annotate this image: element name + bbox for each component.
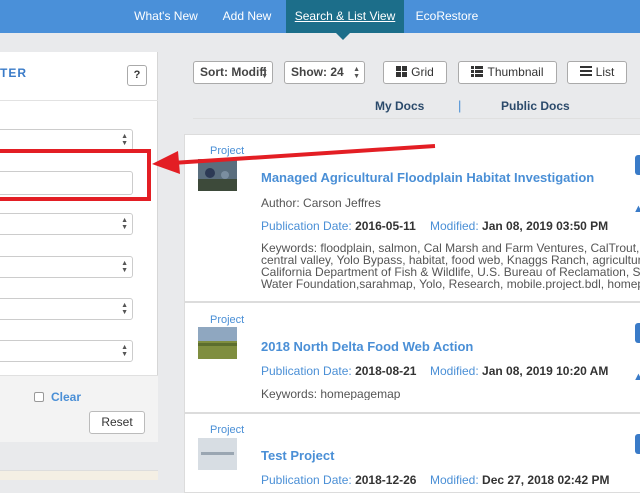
annotation-arrow-icon: [152, 144, 436, 174]
user-icon[interactable]: ▲: [633, 203, 640, 215]
list-icon: [579, 63, 592, 84]
result-publication-date: Publication Date: 2016-05-11: [261, 219, 416, 233]
result-modified: Modified: Dec 27, 2018 02:42 PM: [430, 473, 609, 487]
result-kind: Project: [210, 424, 245, 436]
filter-select-2[interactable]: ▲ ▼: [0, 213, 133, 235]
publication-date-label: Publication Date:: [261, 219, 352, 233]
result-publication-date: Publication Date: 2018-12-26: [261, 473, 416, 487]
modified-label: Modified:: [430, 473, 479, 487]
publication-date-label: Publication Date:: [261, 364, 352, 378]
doc-tabs-separator: |: [458, 98, 462, 113]
select-arrows-icon: ▲ ▼: [121, 302, 128, 316]
result-action-button[interactable]: [635, 323, 640, 343]
clear-checkbox[interactable]: [34, 392, 44, 402]
select-arrows-icon: ▲ ▼: [121, 260, 128, 274]
tab-ecorestore[interactable]: EcoRestore: [410, 0, 484, 33]
result-modified: Modified: Jan 08, 2019 10:20 AM: [430, 364, 608, 378]
keywords-line: Keywords: homepagemap: [261, 388, 401, 400]
grid-view-label: Grid: [411, 65, 434, 79]
publication-date-value: 2016-05-11: [355, 219, 416, 233]
result-publication-date: Publication Date: 2018-08-21: [261, 364, 416, 378]
publication-date-label: Publication Date:: [261, 473, 352, 487]
results-area: Sort: Modifi ▲ ▼ Show: 24 ▲ ▼ Grid Thumbna…: [183, 52, 640, 493]
doc-tabs-divider: [193, 118, 640, 119]
annotation-highlight-box: [0, 149, 151, 201]
modified-value: Jan 08, 2019 03:50 PM: [482, 219, 609, 233]
modified-label: Modified:: [430, 364, 479, 378]
show-select-label: Show: 24: [291, 65, 344, 79]
result-card: Project 2018 North Delta Food Web Action…: [184, 302, 640, 413]
panel-divider: [0, 100, 158, 101]
thumbnail-view-label: Thumbnail: [487, 65, 544, 79]
list-view-button[interactable]: List: [567, 61, 627, 84]
modified-value: Jan 08, 2019 10:20 AM: [482, 364, 609, 378]
result-modified: Modified: Jan 08, 2019 03:50 PM: [430, 219, 608, 233]
user-icon[interactable]: ▲: [633, 371, 640, 383]
result-action-button[interactable]: [635, 434, 640, 454]
keywords-line: Water Foundation,sarahmap, Yolo, Researc…: [261, 277, 640, 290]
grid-view-button[interactable]: Grid: [383, 61, 447, 84]
result-author: Author: Carson Jeffres: [261, 196, 381, 210]
help-button[interactable]: ?: [127, 65, 147, 86]
select-arrows-icon: ▲ ▼: [121, 344, 128, 358]
filter-select-1[interactable]: ▲ ▼: [0, 129, 133, 151]
grid-icon: [396, 63, 408, 84]
result-action-button[interactable]: [635, 155, 640, 175]
thumbnail-view-button[interactable]: Thumbnail: [458, 61, 557, 84]
publication-date-value: 2018-08-21: [355, 364, 417, 378]
result-keywords: Keywords: homepagemap: [261, 388, 640, 400]
filter-select-5[interactable]: ▲ ▼: [0, 340, 133, 362]
select-arrows-icon: ▲ ▼: [121, 217, 128, 231]
top-navigation: What's New Add New Search & List View Ec…: [0, 0, 640, 40]
filter-actions: Clear Reset: [0, 375, 158, 442]
list-view-label: List: [595, 65, 615, 79]
filter-panel: TER ? ▲ ▼ ▲ ▼ ▲ ▼ ▲ ▼ ▲ ▼ Clear Reset: [0, 52, 158, 442]
filter-select-4[interactable]: ▲ ▼: [0, 298, 133, 320]
result-keywords: Keywords: floodplain, salmon, Cal Marsh …: [261, 242, 640, 290]
select-arrows-icon: ▲ ▼: [353, 66, 360, 80]
modified-value: Dec 27, 2018 02:42 PM: [482, 473, 610, 487]
select-arrows-icon: ▲ ▼: [121, 133, 128, 147]
show-select[interactable]: Show: 24 ▲ ▼: [284, 61, 365, 84]
select-arrows-icon: ▲ ▼: [261, 66, 268, 80]
filter-panel-title: TER: [0, 66, 27, 80]
tab-add-new[interactable]: Add New: [214, 0, 280, 33]
result-thumbnail[interactable]: [198, 438, 237, 470]
active-tab-caret: [336, 33, 350, 40]
tab-my-docs[interactable]: My Docs: [375, 99, 424, 113]
result-title-link[interactable]: 2018 North Delta Food Web Action: [261, 339, 473, 354]
result-thumbnail[interactable]: [198, 327, 237, 359]
reset-button[interactable]: Reset: [89, 411, 145, 434]
tab-whats-new[interactable]: What's New: [124, 0, 208, 33]
sort-select[interactable]: Sort: Modifi ▲ ▼: [193, 61, 273, 84]
tab-public-docs[interactable]: Public Docs: [501, 99, 570, 113]
result-card: Project Test Project Publication Date: 2…: [184, 413, 640, 493]
result-kind: Project: [210, 314, 245, 326]
sort-select-label: Sort: Modifi: [200, 65, 267, 79]
clear-link[interactable]: Clear: [51, 390, 81, 404]
filter-select-3[interactable]: ▲ ▼: [0, 256, 133, 278]
result-title-link[interactable]: Test Project: [261, 448, 334, 463]
publication-date-value: 2018-12-26: [355, 473, 417, 487]
thumbnail-list-icon: [471, 63, 484, 84]
map-thumbnail[interactable]: [0, 470, 158, 480]
tab-search-list-view[interactable]: Search & List View: [286, 0, 404, 33]
modified-label: Modified:: [430, 219, 479, 233]
